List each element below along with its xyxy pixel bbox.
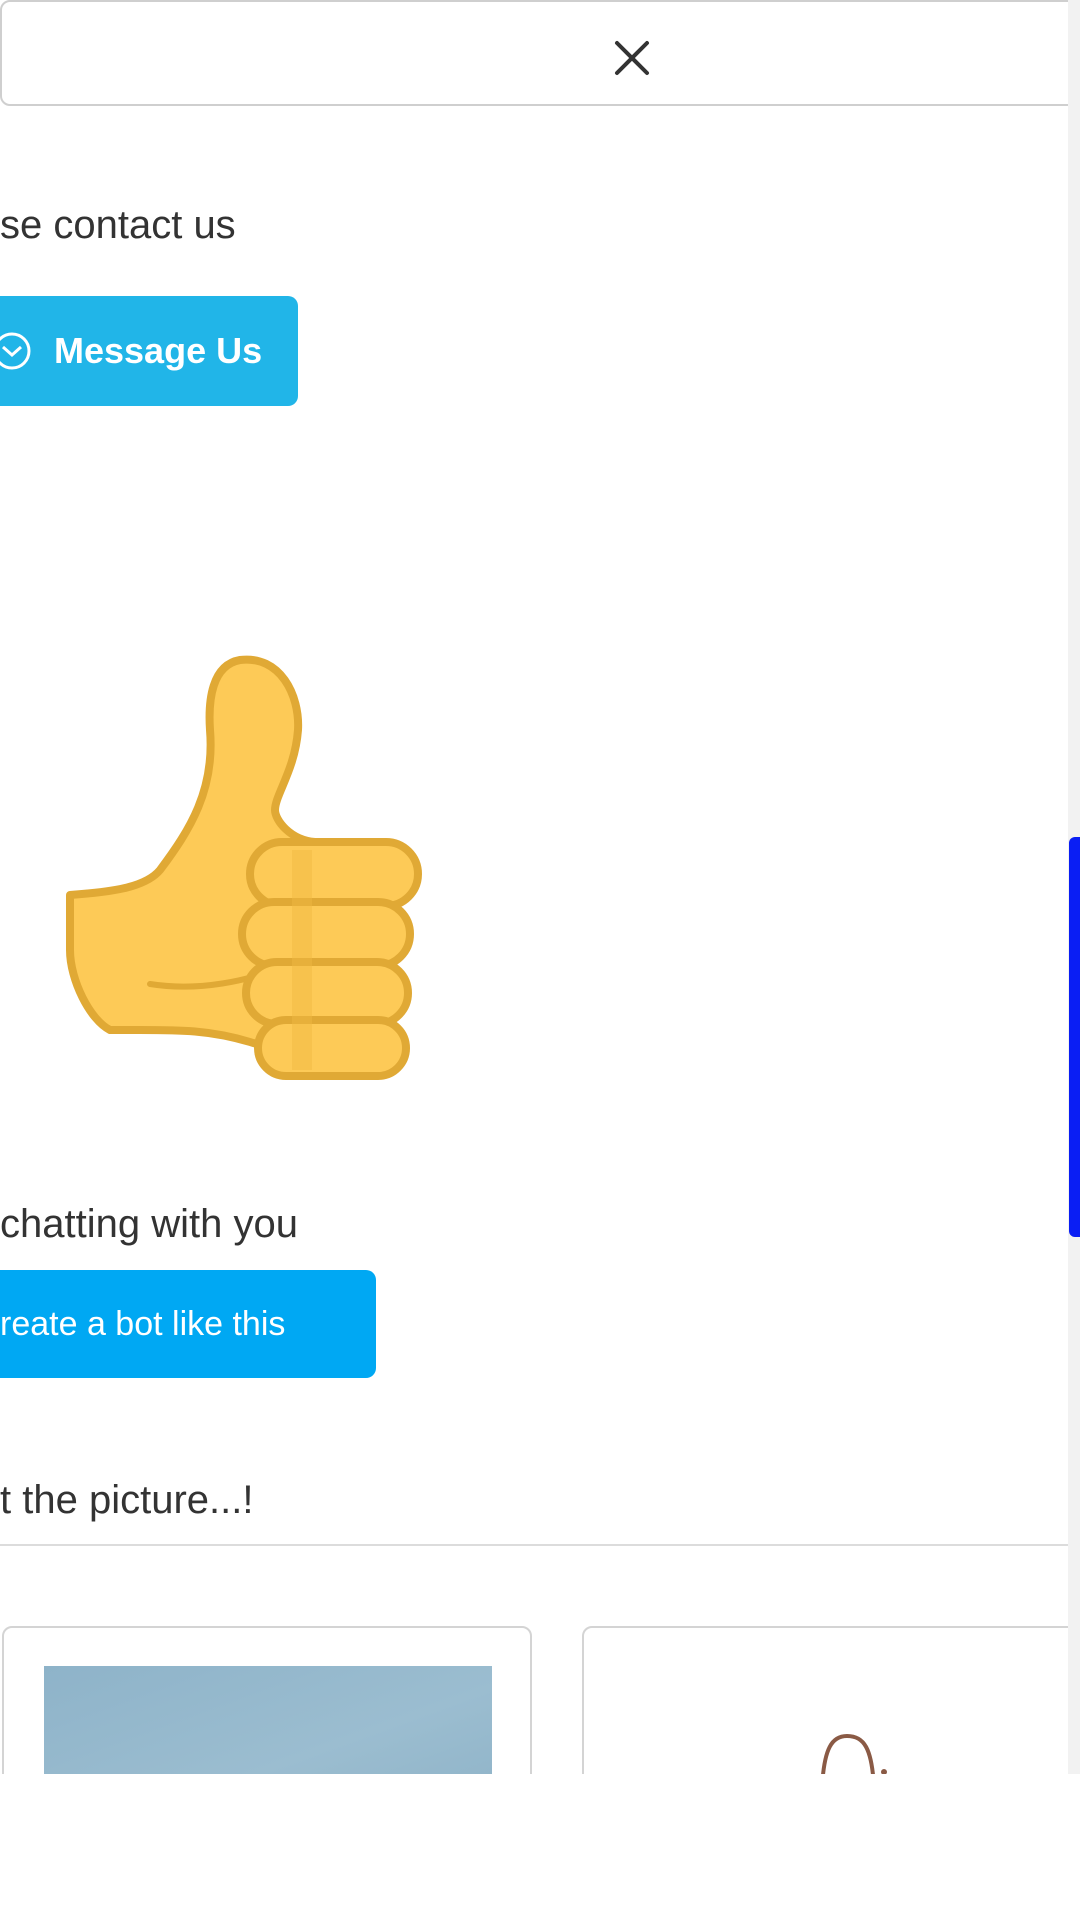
top-bar bbox=[0, 0, 1080, 106]
create-bot-label: reate a bot like this bbox=[0, 1304, 286, 1343]
divider bbox=[0, 1544, 1070, 1546]
bottom-area bbox=[0, 1774, 1080, 1920]
messenger-icon bbox=[0, 332, 31, 370]
message-us-button[interactable]: Message Us bbox=[0, 296, 298, 406]
chat-text: chatting with you bbox=[0, 1202, 298, 1246]
thumbs-up-icon bbox=[66, 655, 422, 1080]
message-us-label: Message Us bbox=[54, 330, 263, 371]
contact-text: se contact us bbox=[0, 203, 236, 247]
close-button[interactable] bbox=[604, 30, 660, 86]
chat-viewport: se contact us Message Us chatting with y… bbox=[0, 0, 1080, 1920]
close-icon bbox=[615, 41, 649, 75]
scrollbar-thumb[interactable] bbox=[1069, 837, 1080, 1237]
picture-text: t the picture...! bbox=[0, 1478, 254, 1522]
create-bot-button[interactable]: reate a bot like this bbox=[0, 1270, 376, 1378]
